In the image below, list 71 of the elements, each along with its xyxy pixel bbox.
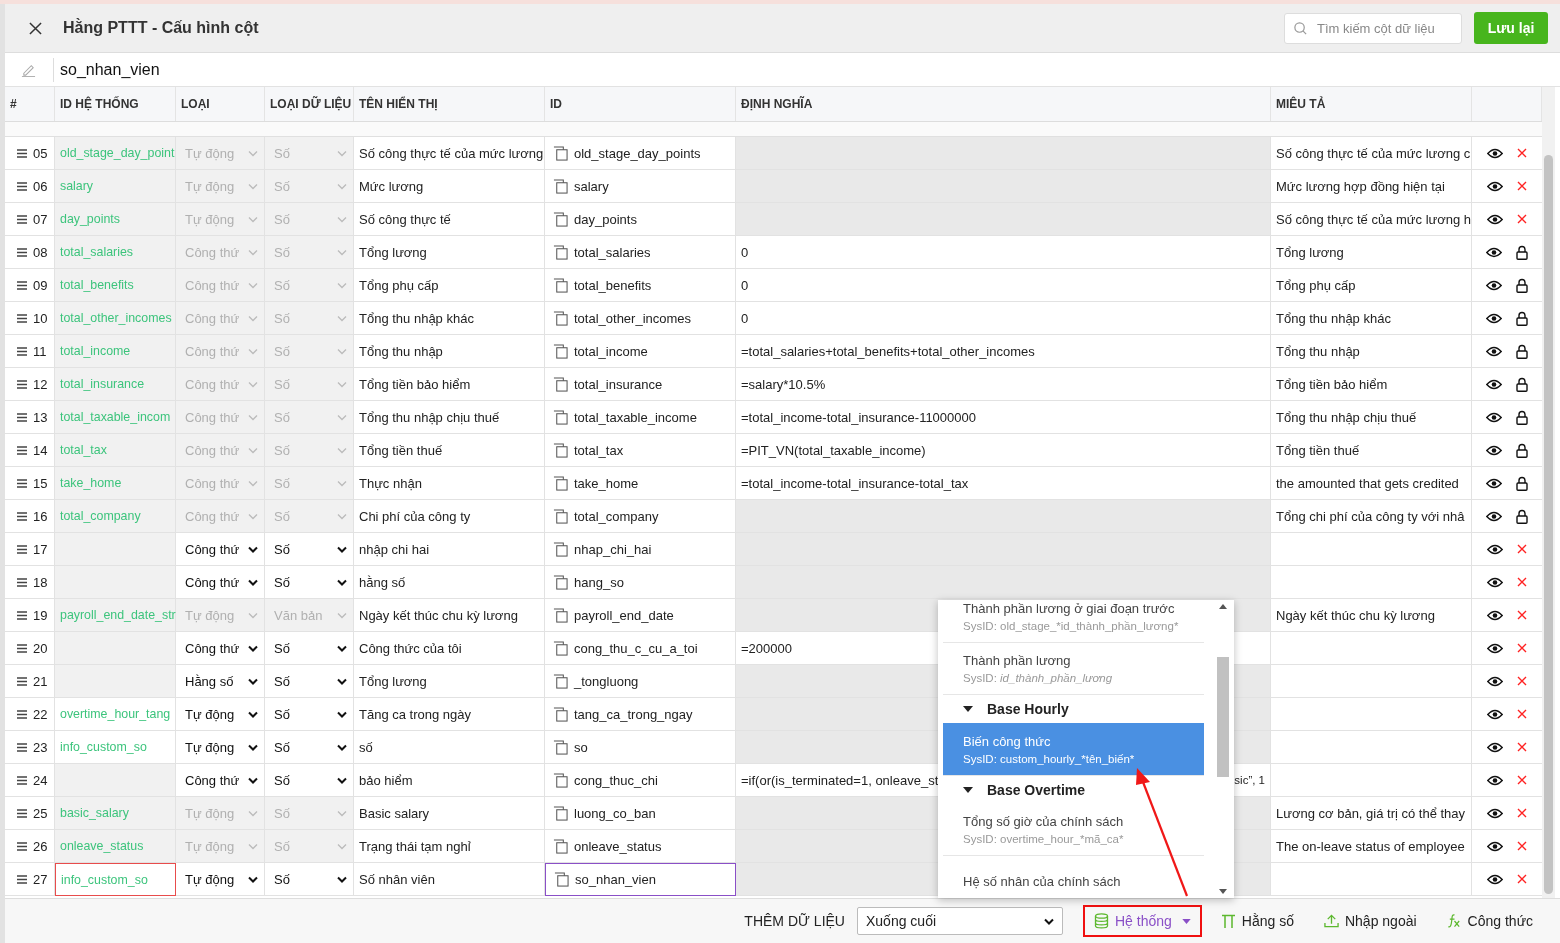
table-cell: Basic salary — [354, 797, 545, 830]
table-cell: Tổng phụ cấp — [1271, 269, 1472, 302]
table-cell: Mức lương — [354, 170, 545, 203]
table-cell: Lương cơ bản, giá trị có thể thay — [1271, 797, 1472, 830]
table-cell: bảo hiểm — [354, 764, 545, 797]
row-number: 07 — [33, 211, 48, 227]
table-cell: Tổng thu nhập — [354, 335, 545, 368]
column-header: ID — [545, 87, 736, 121]
row-number: 25 — [33, 805, 48, 821]
table-cell: Thực nhận — [354, 467, 545, 500]
row-number: 21 — [33, 673, 48, 689]
column-header: MIÊU TẢ — [1271, 87, 1472, 121]
table-cell: Số công thực tế của mức lương c — [1271, 137, 1472, 170]
table-cell: Tổng tiền bảo hiểm — [354, 368, 545, 401]
row-number: 26 — [33, 838, 48, 854]
row-number: 16 — [33, 508, 48, 524]
row-number: 18 — [33, 574, 48, 590]
column-header: LOẠI DỮ LIỆU — [265, 87, 354, 121]
column-header: LOẠI — [176, 87, 265, 121]
row-number: 27 — [33, 871, 48, 887]
row-number: 11 — [33, 343, 47, 359]
table-cell: Số công thực tế của mức lương — [354, 137, 545, 170]
row-number: 13 — [33, 409, 48, 425]
table-cell: Tổng tiền bảo hiểm — [1271, 368, 1472, 401]
table-cell: Ngày kết thúc chu kỳ lương — [354, 599, 545, 632]
table-cell: Tổng chi phí của công ty với nhâ — [1271, 500, 1472, 533]
table-cell: Tổng tiền thuế — [354, 434, 545, 467]
row-number: 23 — [33, 739, 48, 755]
table-cell: nhập chi hai — [354, 533, 545, 566]
table-cell: Tổng thu nhập chịu thuế — [354, 401, 545, 434]
table-cell: Tổng thu nhập chịu thuế — [1271, 401, 1472, 434]
table-cell: Số nhân viên — [354, 863, 545, 896]
column-header: ĐỊNH NGHĨA — [736, 87, 1271, 121]
table-cell: Chi phí của công ty — [354, 500, 545, 533]
column-header: ID HỆ THỐNG — [55, 87, 176, 121]
row-number: 14 — [33, 442, 48, 458]
table-cell: Tổng thu nhập khác — [1271, 302, 1472, 335]
column-header: # — [5, 87, 55, 121]
row-number: 10 — [33, 310, 48, 326]
table-cell: the amounted that gets credited — [1271, 467, 1472, 500]
row-number: 22 — [33, 706, 48, 722]
table-cell: Tổng phụ cấp — [354, 269, 545, 302]
row-number: 08 — [33, 244, 48, 260]
row-number: 09 — [33, 277, 48, 293]
table-cell: Mức lương hợp đồng hiện tại — [1271, 170, 1472, 203]
table-cell: Tổng lương — [1271, 236, 1472, 269]
window-title: Hằng PTTT - Cấu hình cột — [63, 19, 260, 37]
table-cell: Tổng thu nhập khác — [354, 302, 545, 335]
row-number: 05 — [33, 145, 48, 161]
row-number: 19 — [33, 607, 48, 623]
table-cell: Trạng thái tạm nghỉ — [354, 830, 545, 863]
table-cell: Số công thực tế của mức lương h — [1271, 203, 1472, 236]
row-number: 24 — [33, 772, 48, 788]
column-header: TÊN HIỂN THỊ — [354, 87, 545, 121]
row-number: 12 — [33, 376, 48, 392]
table-cell: Tăng ca trong ngày — [354, 698, 545, 731]
row-number: 15 — [33, 475, 48, 491]
table-cell: Tổng lương — [354, 236, 545, 269]
row-number: 17 — [33, 541, 48, 557]
row-number: 06 — [33, 178, 48, 194]
table-cell: Tổng lương — [354, 665, 545, 698]
table-cell: Ngày kết thúc chu kỳ lương — [1271, 599, 1472, 632]
add-data-label: THÊM DỮ LIỆU — [744, 913, 845, 929]
table-cell: hằng số — [354, 566, 545, 599]
table-cell: Tổng thu nhập — [1271, 335, 1472, 368]
table-cell: Số công thực tế — [354, 203, 545, 236]
table-cell: The on-leave status of employee — [1271, 830, 1472, 863]
table-cell: Công thức của tôi — [354, 632, 545, 665]
table-cell: số — [354, 731, 545, 764]
row-number: 20 — [33, 640, 48, 656]
table-cell: Tổng tiền thuế — [1271, 434, 1472, 467]
